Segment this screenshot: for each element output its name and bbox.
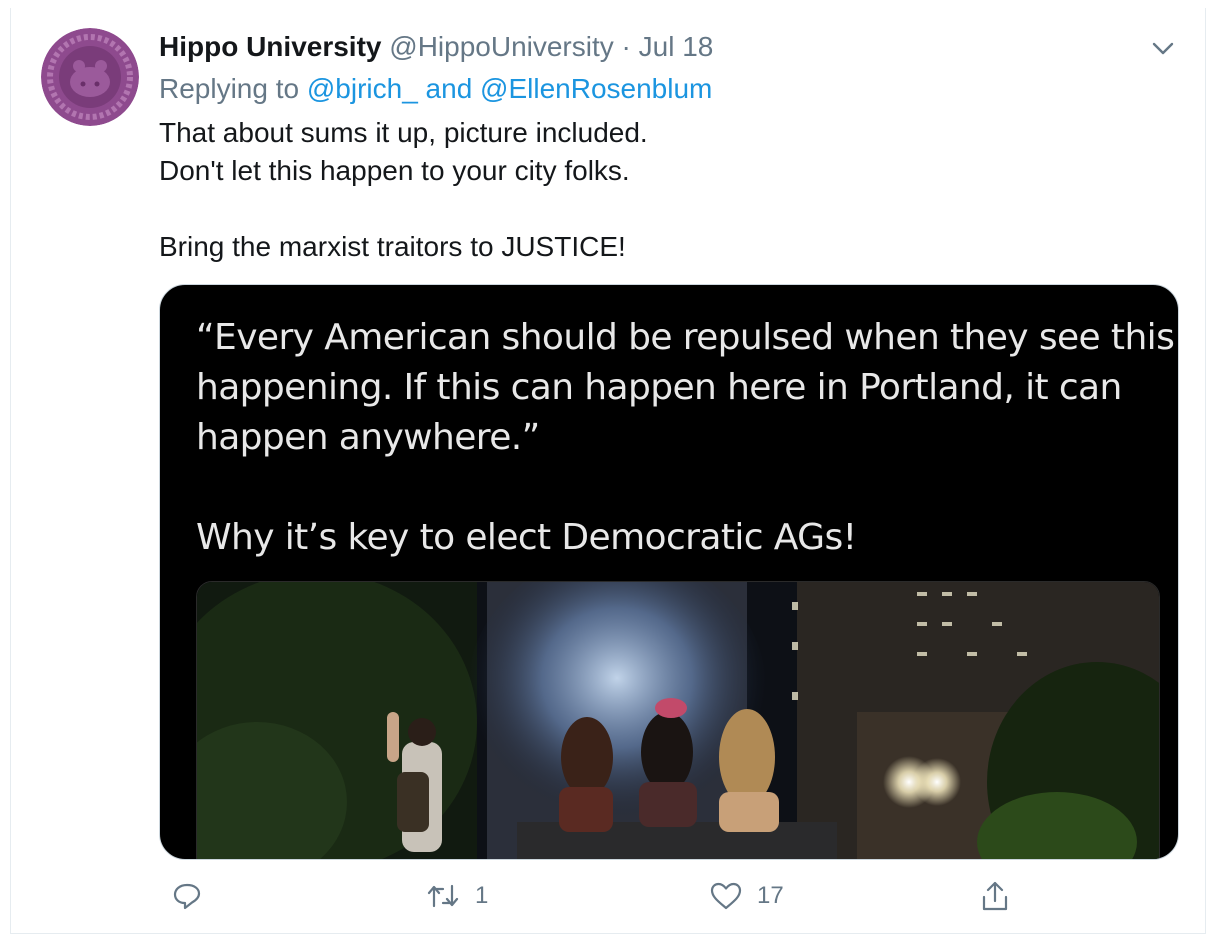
media-attachment[interactable]: “Every American should be repulsed when … — [159, 284, 1179, 860]
tweet-actions: 1 17 — [159, 876, 1177, 916]
quote-line: happen anywhere.” — [196, 417, 540, 458]
tweet-text: That about sums it up, picture included.… — [159, 114, 648, 266]
replying-to: Replying to @bjrich_ and @EllenRosenblum — [159, 72, 712, 106]
tweet-text-line: Bring the marxist traitors to JUSTICE! — [159, 231, 626, 262]
tweet-header: Hippo University @HippoUniversity · Jul … — [159, 30, 713, 64]
night-scene-image — [197, 582, 1159, 859]
like-count: 17 — [757, 882, 784, 909]
share-button[interactable] — [979, 876, 1011, 916]
retweet-icon — [427, 884, 459, 908]
tweet-text-line — [159, 190, 648, 228]
quote-line: Why it’s key to elect Democratic AGs! — [196, 517, 857, 558]
quote-line: “Every American should be repulsed when … — [196, 317, 1175, 358]
reply-button[interactable] — [171, 876, 203, 916]
tweet-text-line: That about sums it up, picture included. — [159, 117, 648, 148]
protest-night-photo — [196, 581, 1160, 859]
like-button[interactable]: 17 — [709, 876, 784, 916]
display-name[interactable]: Hippo University — [159, 31, 381, 62]
tweet-date[interactable]: Jul 18 — [639, 31, 714, 62]
tweet-text-line: Don't let this happen to your city folks… — [159, 155, 630, 186]
reply-icon — [173, 883, 201, 910]
tweet-card[interactable]: Hippo University @HippoUniversity · Jul … — [10, 8, 1206, 934]
retweet-count: 1 — [475, 882, 489, 909]
quote-line: happening. If this can happen here in Po… — [196, 367, 1122, 408]
chevron-down-icon — [1152, 42, 1174, 55]
retweet-button[interactable]: 1 — [425, 876, 488, 916]
heart-icon — [710, 882, 742, 910]
quote-line — [196, 463, 1174, 513]
avatar[interactable] — [41, 28, 139, 126]
share-icon — [982, 881, 1008, 911]
reply-mentions-link[interactable]: @bjrich_ and @EllenRosenblum — [307, 73, 713, 104]
user-handle[interactable]: @HippoUniversity — [389, 31, 614, 62]
header-separator: · — [621, 31, 631, 62]
quoted-screenshot-text: “Every American should be repulsed when … — [196, 313, 1175, 563]
replying-prefix: Replying to — [159, 73, 307, 104]
more-options-button[interactable] — [1149, 34, 1177, 62]
hippo-seal-icon — [41, 28, 139, 126]
